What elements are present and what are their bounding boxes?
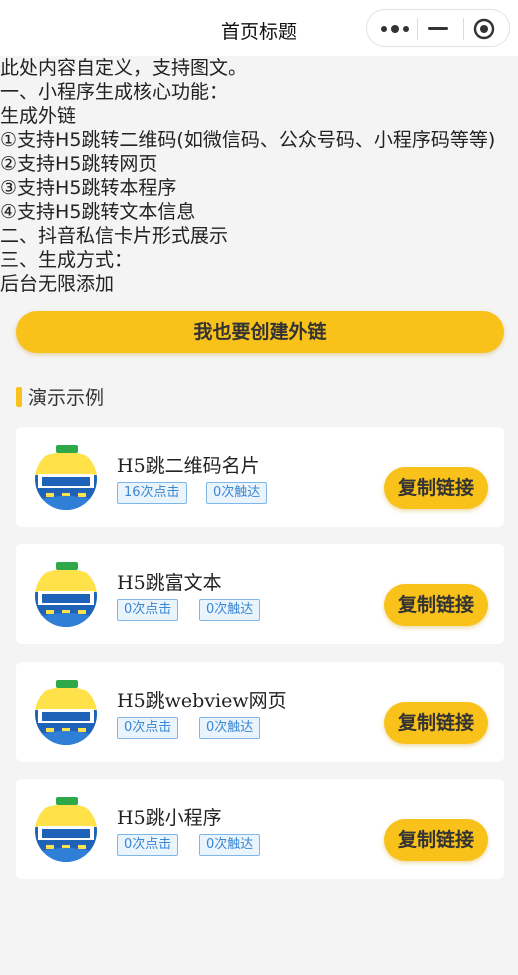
reach-count-badge: 0次触达 (199, 717, 261, 739)
promo-thumbnail-image (35, 562, 97, 627)
create-link-button[interactable]: 我也要创建外链 (16, 311, 504, 353)
intro-line: 此处内容自定义，支持图文。 (0, 57, 248, 79)
copy-link-button[interactable]: 复制链接 (384, 467, 488, 509)
demo-card[interactable]: H5跳富文本 0次点击 0次触达 复制链接 (16, 544, 504, 644)
click-count-badge: 16次点击 (117, 482, 187, 504)
intro-line: 生成外链 (0, 105, 77, 127)
intro-line: 后台无限添加 (0, 273, 115, 295)
intro-line: ③支持H5跳转本程序 (0, 177, 177, 199)
card-title: H5跳webview网页 (117, 690, 287, 712)
promo-thumbnail-image (35, 680, 97, 745)
copy-link-button[interactable]: 复制链接 (384, 702, 488, 744)
card-title: H5跳二维码名片 (117, 455, 260, 477)
intro-line: 一、小程序生成核心功能： (0, 81, 229, 103)
card-title: H5跳富文本 (117, 572, 222, 594)
reach-count-badge: 0次触达 (199, 599, 261, 621)
close-icon[interactable] (473, 18, 495, 40)
reach-count-badge: 0次触达 (206, 482, 268, 504)
click-count-badge: 0次点击 (117, 599, 179, 621)
demo-card[interactable]: H5跳二维码名片 16次点击 0次触达 复制链接 (16, 427, 504, 527)
mini-program-capsule (366, 9, 510, 47)
reach-count-badge: 0次触达 (199, 834, 261, 856)
demo-card[interactable]: H5跳webview网页 0次点击 0次触达 复制链接 (16, 662, 504, 762)
copy-link-button[interactable]: 复制链接 (384, 584, 488, 626)
intro-line: 二、抖音私信卡片形式展示 (0, 225, 229, 247)
click-count-badge: 0次点击 (117, 834, 179, 856)
intro-line: ④支持H5跳转文本信息 (0, 201, 196, 223)
intro-line: ①支持H5跳转二维码(如微信码、公众号码、小程序码等等) (0, 129, 496, 151)
intro-content: 此处内容自定义，支持图文。 一、小程序生成核心功能： 生成外链 ①支持H5跳转二… (0, 56, 518, 296)
card-title: H5跳小程序 (117, 807, 222, 829)
promo-thumbnail-image (35, 445, 97, 510)
copy-link-button[interactable]: 复制链接 (384, 819, 488, 861)
intro-line: 三、生成方式： (0, 249, 134, 271)
demo-card[interactable]: H5跳小程序 0次点击 0次触达 复制链接 (16, 779, 504, 879)
section-accent-bar (16, 387, 22, 407)
minimize-icon[interactable] (428, 27, 448, 31)
click-count-badge: 0次点击 (117, 717, 179, 739)
intro-line: ②支持H5跳转网页 (0, 153, 158, 175)
promo-thumbnail-image (35, 797, 97, 862)
more-icon[interactable] (380, 23, 410, 35)
navigation-bar: 首页标题 (0, 0, 518, 56)
section-title-text: 演示示例 (28, 387, 105, 409)
